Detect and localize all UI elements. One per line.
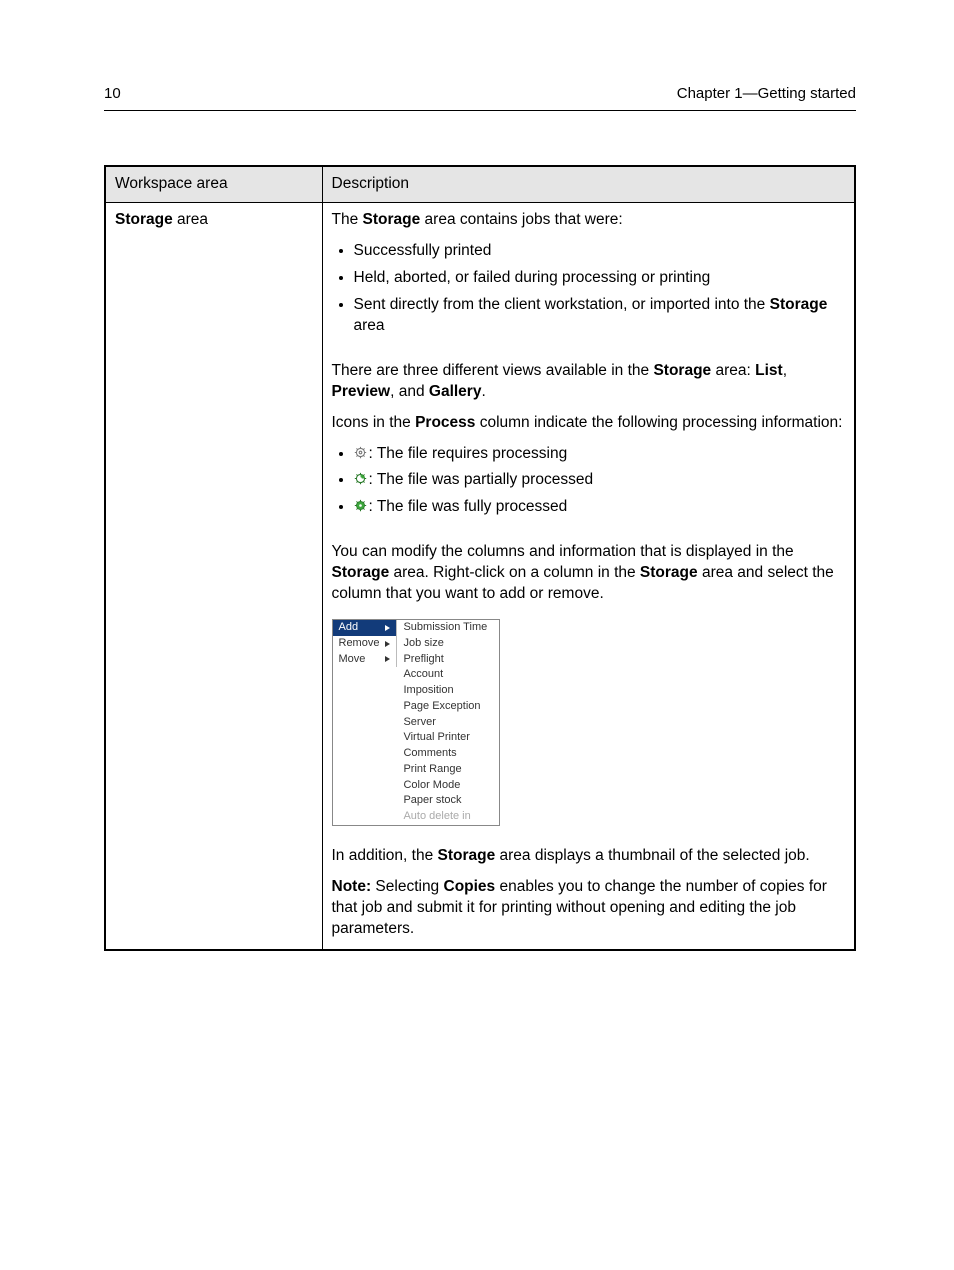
submenu-item[interactable]: Virtual Printer	[397, 730, 499, 746]
submenu-item[interactable]: Page Exception	[397, 699, 499, 715]
workspace-table: Workspace area Description Storage area …	[104, 165, 856, 950]
text-bold: Preview	[332, 383, 391, 400]
text: In addition, the	[332, 847, 438, 864]
thumbnail-paragraph: In addition, the Storage area displays a…	[332, 846, 846, 867]
menu-label: Auto delete in	[403, 810, 470, 824]
table-container: Workspace area Description Storage area …	[104, 165, 856, 950]
text-bold: Copies	[444, 878, 496, 895]
menu-left-column: Add Remove Move	[333, 620, 398, 667]
menu-label: Account	[403, 668, 443, 682]
submenu-arrow-icon	[385, 641, 390, 647]
text: : The file requires processing	[369, 445, 568, 462]
text: , and	[390, 383, 429, 400]
table-header-workspace: Workspace area	[105, 166, 322, 202]
submenu-item[interactable]: Job size	[397, 636, 499, 652]
menu-label: Remove	[339, 637, 380, 651]
process-requires-icon	[354, 446, 367, 459]
list-item: Held, aborted, or failed during processi…	[354, 268, 846, 289]
submenu-item[interactable]: Paper stock	[397, 793, 499, 809]
modify-paragraph: You can modify the columns and informati…	[332, 542, 846, 605]
text: area displays a thumbnail of the selecte…	[495, 847, 810, 864]
text: area contains jobs that were:	[420, 211, 622, 228]
menu-label: Move	[339, 653, 366, 667]
menu-label: Color Mode	[403, 779, 460, 793]
intro-paragraph: The Storage area contains jobs that were…	[332, 210, 846, 231]
text: : The file was fully processed	[369, 498, 568, 515]
note-label: Note:	[332, 878, 372, 895]
table-row: Storage area The Storage area contains j…	[105, 203, 855, 950]
menu-item-add[interactable]: Add	[333, 620, 397, 636]
list-item: Successfully printed	[354, 241, 846, 262]
document-page: 10 Chapter 1—Getting started Workspace a…	[0, 0, 954, 1270]
menu-label: Comments	[403, 747, 456, 761]
list-item: : The file requires processing	[354, 444, 846, 465]
page-header: 10 Chapter 1—Getting started	[104, 84, 856, 111]
note-paragraph: Note: Selecting Copies enables you to ch…	[332, 877, 846, 940]
menu-label: Print Range	[403, 763, 461, 777]
list-item: : The file was fully processed	[354, 497, 846, 518]
icon-bullet-list: : The file requires processing : The fil…	[332, 444, 846, 519]
page-number: 10	[104, 84, 121, 104]
text: There are three different views availabl…	[332, 362, 654, 379]
submenu-item[interactable]: Print Range	[397, 762, 499, 778]
table-header-description: Description	[322, 166, 855, 202]
text-bold: Storage	[438, 847, 496, 864]
text: Icons in the	[332, 414, 416, 431]
menu-label: Server	[403, 716, 435, 730]
text-bold: Storage	[332, 564, 390, 581]
menu-right-column: Submission Time Job size Preflight Accou…	[397, 620, 499, 825]
views-paragraph: There are three different views availabl…	[332, 361, 846, 403]
column-context-menu: Add Remove Move Submission Time	[332, 619, 501, 826]
icons-intro-paragraph: Icons in the Process column indicate the…	[332, 413, 846, 434]
text: ,	[783, 362, 787, 379]
text-bold: Process	[415, 414, 475, 431]
list-item: Sent directly from the client workstatio…	[354, 295, 846, 337]
text: area:	[711, 362, 755, 379]
text-bold: List	[755, 362, 783, 379]
submenu-item[interactable]: Imposition	[397, 683, 499, 699]
submenu-item[interactable]: Comments	[397, 746, 499, 762]
menu-label: Virtual Printer	[403, 731, 469, 745]
submenu-item[interactable]: Preflight	[397, 652, 499, 668]
submenu-item[interactable]: Server	[397, 715, 499, 731]
text-bold: Storage	[770, 296, 828, 313]
menu-label: Submission Time	[403, 621, 487, 635]
menu-label: Imposition	[403, 684, 453, 698]
process-full-icon	[354, 499, 367, 512]
menu-label: Paper stock	[403, 794, 461, 808]
text: area. Right-click on a column in the	[389, 564, 640, 581]
row-label-rest: area	[173, 211, 208, 228]
submenu-arrow-icon	[385, 625, 390, 631]
text-bold: Storage	[363, 211, 421, 228]
submenu-item[interactable]: Submission Time	[397, 620, 499, 636]
intro-bullet-list: Successfully printed Held, aborted, or f…	[332, 241, 846, 337]
text: Selecting	[371, 878, 443, 895]
menu-label: Page Exception	[403, 700, 480, 714]
text: Sent directly from the client workstatio…	[354, 296, 770, 313]
text: area	[354, 317, 385, 334]
submenu-item[interactable]: Account	[397, 667, 499, 683]
menu-item-remove[interactable]: Remove	[333, 636, 397, 652]
text: The	[332, 211, 363, 228]
process-partial-icon	[354, 472, 367, 485]
submenu-arrow-icon	[385, 656, 390, 662]
submenu-item[interactable]: Color Mode	[397, 778, 499, 794]
text: : The file was partially processed	[369, 471, 594, 488]
row-label-cell: Storage area	[105, 203, 322, 950]
text: .	[481, 383, 485, 400]
submenu-item-disabled: Auto delete in	[397, 809, 499, 825]
list-item: : The file was partially processed	[354, 470, 846, 491]
text-bold: Storage	[653, 362, 711, 379]
text-bold: Gallery	[429, 383, 482, 400]
menu-item-move[interactable]: Move	[333, 652, 397, 668]
menu-label: Job size	[403, 637, 443, 651]
text-bold: Storage	[640, 564, 698, 581]
text: column indicate the following processing…	[475, 414, 842, 431]
menu-label: Preflight	[403, 653, 443, 667]
menu-label: Add	[339, 621, 359, 635]
row-description-cell: The Storage area contains jobs that were…	[322, 203, 855, 950]
row-label-bold: Storage	[115, 211, 173, 228]
text: You can modify the columns and informati…	[332, 543, 794, 560]
chapter-title: Chapter 1—Getting started	[677, 84, 856, 104]
